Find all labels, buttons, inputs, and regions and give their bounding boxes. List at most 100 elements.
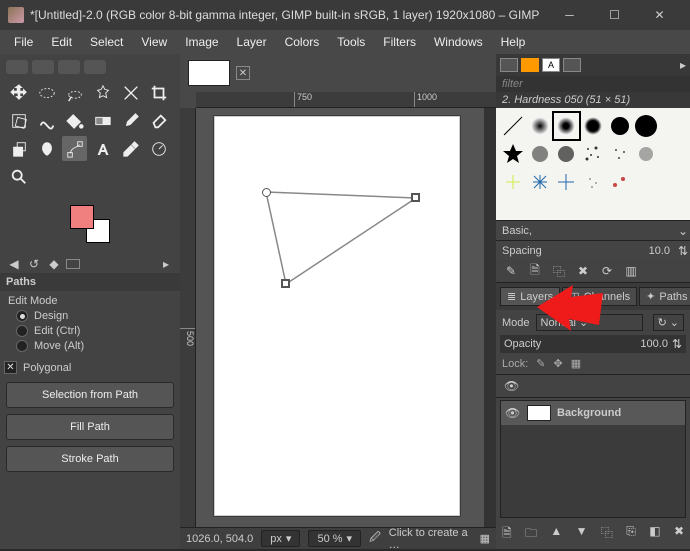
tab-options-icon[interactable]: ◆: [46, 257, 62, 271]
scrollbar-vertical[interactable]: [484, 108, 496, 527]
new-brush-icon[interactable]: 🗎: [528, 264, 542, 278]
brush-item[interactable]: [659, 168, 686, 196]
spacing-slider[interactable]: Spacing 10.0 ⇅: [496, 240, 690, 260]
tab-options-icon[interactable]: ↺: [26, 257, 42, 271]
scissors-tool[interactable]: [118, 80, 143, 105]
mode-move[interactable]: Move (Alt): [16, 340, 172, 352]
dock-tab-icon[interactable]: [563, 58, 581, 72]
brush-item[interactable]: [553, 168, 580, 196]
path-shape[interactable]: [256, 184, 426, 307]
bucket-fill-tool[interactable]: [62, 108, 87, 133]
brush-item[interactable]: [606, 112, 633, 140]
mode-switch-button[interactable]: ↻⌄: [653, 314, 684, 331]
polygonal-check[interactable]: ✕ Polygonal: [0, 359, 180, 376]
measure-tool[interactable]: [146, 136, 171, 161]
fg-color[interactable]: [70, 205, 94, 229]
brush-item[interactable]: [553, 112, 580, 140]
menu-colors[interactable]: Colors: [277, 32, 328, 52]
brush-item[interactable]: [580, 168, 607, 196]
path-node[interactable]: [262, 188, 271, 197]
new-layer-icon[interactable]: 🗎: [502, 524, 512, 545]
brush-item[interactable]: [527, 112, 554, 140]
brush-item[interactable]: [659, 112, 686, 140]
zoom-select[interactable]: 50 %▾: [308, 530, 361, 547]
menu-image[interactable]: Image: [177, 32, 226, 52]
brush-item[interactable]: [606, 168, 633, 196]
zoom-tool[interactable]: [6, 164, 31, 189]
brush-item[interactable]: [553, 140, 580, 168]
lock-pixels-icon[interactable]: ✎: [536, 357, 545, 370]
clone-tool[interactable]: [6, 136, 31, 161]
toolbox-tab-icon[interactable]: [32, 60, 54, 74]
lock-alpha-icon[interactable]: ▦: [571, 357, 581, 370]
mode-design[interactable]: Design: [16, 310, 172, 322]
free-select-tool[interactable]: [62, 80, 87, 105]
brush-item[interactable]: [633, 168, 660, 196]
brush-item[interactable]: [527, 140, 554, 168]
ruler-horizontal[interactable]: 750 1000: [196, 92, 496, 108]
dock-tab-icon[interactable]: A: [542, 58, 560, 72]
delete-layer-icon[interactable]: ✖: [674, 524, 684, 545]
delete-brush-icon[interactable]: ✖: [576, 264, 590, 278]
brush-preset-select[interactable]: Basic, ⌄: [496, 220, 690, 240]
duplicate-brush-icon[interactable]: ⿻: [552, 264, 566, 278]
nav-icon[interactable]: ▦: [480, 532, 490, 545]
brush-item[interactable]: [527, 168, 554, 196]
toolbox-tab-icon[interactable]: [58, 60, 80, 74]
dock-menu-icon[interactable]: ▸: [680, 58, 686, 72]
open-brush-icon[interactable]: ▥: [624, 264, 638, 278]
brush-item[interactable]: [633, 140, 660, 168]
color-swatches[interactable]: [70, 205, 110, 243]
lock-position-icon[interactable]: ✥: [554, 357, 563, 370]
stroke-path-button[interactable]: Stroke Path: [6, 446, 174, 472]
refresh-brush-icon[interactable]: ⟳: [600, 264, 614, 278]
layer-group-icon[interactable]: 🗀: [525, 524, 537, 545]
canvas[interactable]: [196, 108, 484, 527]
menu-edit[interactable]: Edit: [43, 32, 80, 52]
path-node[interactable]: [281, 279, 290, 288]
brush-item[interactable]: [500, 140, 527, 168]
smudge-tool[interactable]: [34, 136, 59, 161]
edit-brush-icon[interactable]: ✎: [504, 264, 518, 278]
warp-tool[interactable]: [34, 108, 59, 133]
brush-item[interactable]: [500, 112, 527, 140]
layer-row[interactable]: 👁 Background: [501, 401, 685, 425]
ruler-vertical[interactable]: 500: [180, 108, 196, 527]
lower-layer-icon[interactable]: ▼: [576, 524, 588, 545]
minimize-button[interactable]: ─: [547, 0, 592, 30]
brush-item[interactable]: [659, 140, 686, 168]
menu-tools[interactable]: Tools: [329, 32, 373, 52]
brush-item[interactable]: [580, 140, 607, 168]
path-node[interactable]: [411, 193, 420, 202]
merge-layer-icon[interactable]: ⎘: [626, 524, 636, 545]
mask-layer-icon[interactable]: ◧: [649, 524, 660, 545]
eye-icon[interactable]: 👁: [505, 406, 521, 420]
selection-from-path-button[interactable]: Selection from Path: [6, 382, 174, 408]
paintbrush-tool[interactable]: [118, 108, 143, 133]
maximize-button[interactable]: ☐: [592, 0, 637, 30]
menu-windows[interactable]: Windows: [426, 32, 491, 52]
brush-item[interactable]: [580, 112, 607, 140]
dock-tab-icon[interactable]: [500, 58, 518, 72]
menu-filters[interactable]: Filters: [375, 32, 424, 52]
fuzzy-select-tool[interactable]: [90, 80, 115, 105]
unit-select[interactable]: px▾: [261, 530, 300, 547]
raise-layer-icon[interactable]: ▲: [550, 524, 562, 545]
duplicate-layer-icon[interactable]: ⿻: [601, 524, 613, 545]
transform-tool[interactable]: [6, 108, 31, 133]
menu-view[interactable]: View: [133, 32, 175, 52]
menu-select[interactable]: Select: [82, 32, 131, 52]
fill-path-button[interactable]: Fill Path: [6, 414, 174, 440]
menu-layer[interactable]: Layer: [229, 32, 275, 52]
crop-tool[interactable]: [146, 80, 171, 105]
brush-item[interactable]: [606, 140, 633, 168]
image-tab-thumb[interactable]: [188, 60, 230, 86]
tab-right-icon[interactable]: ▸: [158, 257, 174, 271]
rect-select-tool[interactable]: [34, 80, 59, 105]
dock-tab-icon[interactable]: [521, 58, 539, 72]
toolbox-tab-icon[interactable]: [84, 60, 106, 74]
image-tab-close[interactable]: ✕: [236, 66, 250, 80]
paths-tool[interactable]: [62, 136, 87, 161]
eraser-tool[interactable]: [146, 108, 171, 133]
move-tool[interactable]: [6, 80, 31, 105]
